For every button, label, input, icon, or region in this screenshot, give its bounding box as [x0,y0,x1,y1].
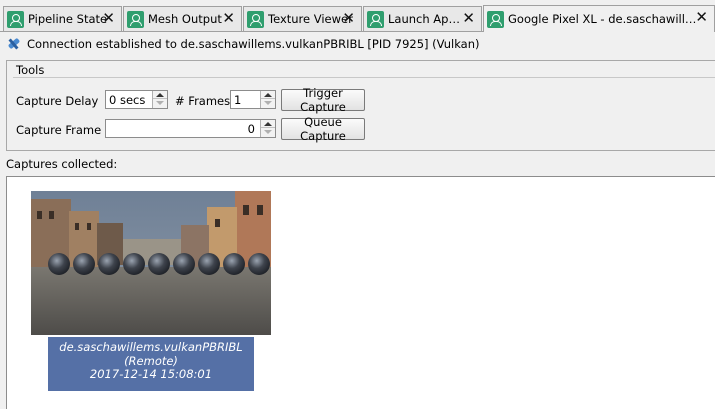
tab-bar: Pipeline State ✕ Mesh Output ✕ Texture V… [0,0,715,32]
capture-frame-label: Capture Frame # [16,123,115,137]
spin-down-button[interactable] [261,99,275,107]
thumbnail-image [31,191,271,335]
spin-buttons [260,120,275,137]
capture-timestamp: 2017-12-14 15:08:01 [89,367,213,381]
tab-pipeline-state[interactable]: Pipeline State ✕ [3,6,122,31]
chevron-down-icon [264,101,272,105]
captures-collected-label: Captures collected: [6,157,118,171]
spin-up-button[interactable] [153,91,167,99]
capture-caption[interactable]: de.saschawillems.vulkanPBRIBL (Remote) 2… [48,337,254,391]
chevron-up-icon [264,92,272,97]
tab-label: Pipeline State [28,12,108,26]
capture-frame-spinbox[interactable]: 0 [105,119,276,138]
tools-group: Tools Capture Delay 0 secs # Frames: 1 T… [6,60,715,151]
tools-title: Tools [16,63,45,77]
spin-buttons [260,91,275,108]
chevron-down-icon [156,101,164,105]
close-icon[interactable]: ✕ [222,10,235,27]
capture-delay-spinbox[interactable]: 0 secs [105,90,168,109]
tab-label: Launch Applic... [388,12,466,26]
tab-label: Texture Viewer [268,12,353,26]
user-icon [367,10,384,28]
spin-down-button[interactable] [261,128,275,136]
capture-thumbnail[interactable] [31,191,271,335]
frames-label: # Frames: [175,94,234,108]
connection-text: Connection established to de.saschawille… [27,37,480,51]
connect-icon [7,37,21,51]
connection-status: Connection established to de.saschawille… [7,36,480,52]
divider [13,77,715,78]
close-icon[interactable]: ✕ [695,9,708,26]
spin-up-button[interactable] [261,91,275,99]
frames-spinbox[interactable]: 1 [230,90,276,109]
chevron-up-icon [156,92,164,97]
frames-value: 1 [234,93,242,107]
tab-mesh-output[interactable]: Mesh Output ✕ [123,6,242,31]
user-icon [487,10,504,28]
close-icon[interactable]: ✕ [342,10,355,27]
tab-remote-connection[interactable]: Google Pixel XL - de.saschawillems.vul..… [483,5,715,32]
capture-delay-value: 0 secs [109,93,146,107]
capture-frame-value: 0 [247,122,255,136]
tab-launch-application[interactable]: Launch Applic... ✕ [363,6,482,31]
close-icon[interactable]: ✕ [462,10,475,27]
user-icon [247,10,264,28]
capture-delay-label: Capture Delay [16,94,99,108]
captures-list[interactable]: de.saschawillems.vulkanPBRIBL (Remote) 2… [6,176,715,409]
user-icon [127,10,144,28]
trigger-capture-button[interactable]: Trigger Capture [281,86,365,114]
capture-name: de.saschawillems.vulkanPBRIBL (Remote) [59,340,243,368]
spin-down-button[interactable] [153,99,167,107]
chevron-down-icon [264,130,272,134]
tab-texture-viewer[interactable]: Texture Viewer ✕ [243,6,362,31]
tab-label: Mesh Output [148,12,222,26]
close-icon[interactable]: ✕ [102,10,115,27]
chevron-up-icon [264,121,272,126]
tab-label: Google Pixel XL - de.saschawillems.vul..… [508,12,700,26]
spin-up-button[interactable] [261,120,275,128]
user-icon [7,10,24,28]
spin-buttons [152,91,167,108]
queue-capture-button[interactable]: Queue Capture [281,115,365,143]
